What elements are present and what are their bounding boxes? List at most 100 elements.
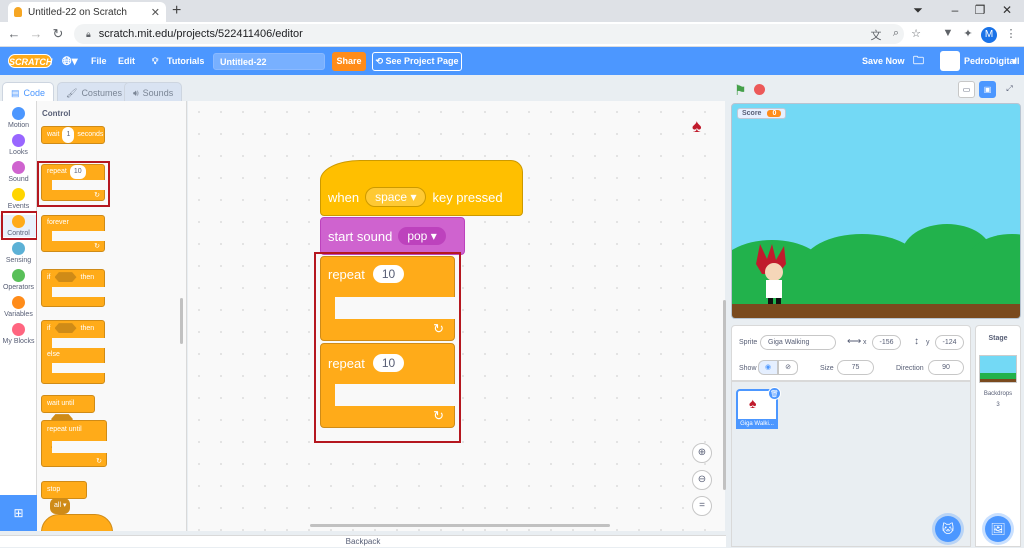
- scratch-favicon-icon: [14, 7, 22, 17]
- my-blocks-dot-icon: [12, 323, 25, 336]
- show-hidden-eye-icon[interactable]: ⊘: [778, 360, 798, 375]
- normal-stage-icon[interactable]: ▣: [979, 81, 996, 98]
- category-motion[interactable]: Motion: [0, 107, 37, 129]
- extension-v-icon[interactable]: ▼: [940, 27, 956, 39]
- small-stage-icon[interactable]: ▭: [958, 81, 975, 98]
- stop-icon[interactable]: [754, 84, 765, 95]
- tab-search-icon[interactable]: ⏷: [908, 3, 928, 18]
- stage-canvas[interactable]: Score 0: [731, 103, 1021, 319]
- add-backdrop-icon[interactable]: 🖼︎: [985, 516, 1011, 542]
- profile-avatar[interactable]: M: [981, 27, 997, 43]
- chrome-menu-icon[interactable]: ⋮: [1003, 27, 1019, 40]
- palette-wait-block[interactable]: wait 1 seconds: [41, 126, 105, 144]
- my-stuff-folder-icon[interactable]: 🗀︎: [913, 53, 924, 69]
- category-sound[interactable]: Sound: [0, 161, 37, 183]
- menu-file[interactable]: File: [91, 53, 107, 69]
- category-my-blocks[interactable]: My Blocks: [0, 323, 37, 345]
- url-bar[interactable]: 🔒︎ scratch.mit.edu/projects/522411406/ed…: [74, 24, 904, 44]
- palette-hat-block[interactable]: [41, 514, 113, 531]
- stop-dropdown[interactable]: all ▾: [50, 498, 71, 514]
- wait-until-label: wait until: [47, 400, 75, 407]
- events-dot-icon: [12, 188, 25, 201]
- category-looks[interactable]: Looks: [0, 134, 37, 156]
- direction-input[interactable]: 90: [928, 360, 964, 375]
- browser-tab[interactable]: Untitled-22 on Scratch ✕: [8, 2, 166, 22]
- size-label: Size: [820, 365, 834, 372]
- show-visible-eye-icon[interactable]: ◉: [758, 360, 778, 375]
- minimize-icon[interactable]: –: [945, 3, 965, 17]
- account-chevron-down-icon[interactable]: ▾: [1012, 53, 1017, 69]
- wait-input[interactable]: 1: [62, 127, 75, 143]
- tab-close-icon[interactable]: ✕: [151, 6, 160, 19]
- sprite-name-input[interactable]: Giga Walking: [760, 335, 836, 350]
- y-arrows-icon: ↕: [914, 336, 919, 347]
- back-icon[interactable]: ←: [6, 26, 22, 41]
- repeat-blocks-highlight: [314, 252, 461, 443]
- user-avatar[interactable]: [940, 51, 960, 71]
- green-flag-icon[interactable]: ⚑: [734, 82, 747, 99]
- palette-wait-until-block[interactable]: wait until: [41, 395, 95, 425]
- new-tab-icon[interactable]: +: [172, 2, 181, 20]
- seconds-label: seconds: [77, 131, 104, 138]
- extensions-puzzle-icon[interactable]: ✦: [960, 27, 976, 40]
- condition-slot[interactable]: [54, 272, 77, 283]
- category-label: Looks: [9, 149, 28, 156]
- category-sensing[interactable]: Sensing: [0, 242, 37, 264]
- key-dropdown[interactable]: space ▾: [365, 187, 427, 207]
- when-key-pressed-block[interactable]: when space ▾ key pressed: [320, 160, 523, 216]
- category-events[interactable]: Events: [0, 188, 37, 210]
- c-mouth: [52, 287, 105, 297]
- tutorials-lightbulb-icon[interactable]: 💡︎: [152, 53, 158, 69]
- wait-label: wait: [47, 131, 60, 138]
- workspace-horizontal-scrollbar[interactable]: [310, 524, 610, 527]
- palette-stop-block[interactable]: stop all ▾: [41, 481, 87, 514]
- fullscreen-icon[interactable]: ⤢: [1001, 81, 1018, 98]
- scratch-logo[interactable]: SCRATCH: [8, 54, 52, 68]
- zoom-reset-icon[interactable]: =: [692, 496, 712, 516]
- palette-if-else-block[interactable]: if then else: [41, 320, 105, 384]
- backpack-bar[interactable]: Backpack: [0, 535, 726, 547]
- zoom-in-icon[interactable]: ⊕: [692, 443, 712, 463]
- workspace-vertical-scrollbar[interactable]: [723, 300, 726, 490]
- c-mouth: [52, 441, 107, 453]
- sprite-watermark-icon: ♠: [692, 116, 702, 136]
- category-label: Sensing: [5, 257, 32, 264]
- close-window-icon[interactable]: ✕: [997, 3, 1017, 17]
- add-sprite-cat-icon[interactable]: 🐱︎: [935, 516, 961, 542]
- maximize-icon[interactable]: ❐: [970, 3, 990, 17]
- add-extension-button[interactable]: ⊞: [0, 495, 37, 531]
- category-variables[interactable]: Variables: [0, 296, 37, 318]
- sprite-thumb-image: ♠: [749, 395, 757, 411]
- sound-dropdown[interactable]: pop ▾: [398, 227, 446, 245]
- see-project-page-button[interactable]: ⟲ See Project Page: [372, 52, 462, 71]
- share-button[interactable]: Share: [332, 52, 366, 71]
- delete-sprite-trash-icon[interactable]: 🗑︎: [768, 387, 781, 400]
- translate-icon[interactable]: 文: [868, 27, 884, 43]
- palette-forever-block[interactable]: forever ↻: [41, 215, 105, 252]
- x-input[interactable]: -156: [872, 335, 901, 350]
- project-title-input[interactable]: Untitled-22: [213, 53, 325, 70]
- forward-icon[interactable]: →: [28, 26, 44, 41]
- backdrops-label: Backdrops: [983, 391, 1013, 397]
- menu-edit[interactable]: Edit: [118, 53, 135, 69]
- zoom-out-icon[interactable]: ⊖: [692, 470, 712, 490]
- category-operators[interactable]: Operators: [0, 269, 37, 291]
- y-input[interactable]: -124: [935, 335, 964, 350]
- menu-tutorials[interactable]: Tutorials: [167, 53, 204, 69]
- stage-panel-title: Stage: [988, 335, 1008, 342]
- size-input[interactable]: 75: [837, 360, 874, 375]
- score-monitor[interactable]: Score 0: [737, 108, 787, 119]
- save-now-button[interactable]: Save Now: [862, 53, 905, 69]
- palette-if-then-block[interactable]: if then: [41, 269, 105, 307]
- condition-slot[interactable]: [54, 323, 77, 334]
- palette-scrollbar[interactable]: [180, 298, 183, 344]
- start-sound-block[interactable]: start sound pop ▾: [320, 217, 465, 255]
- stage-selector-panel[interactable]: Stage Backdrops 3: [975, 325, 1021, 547]
- sound-value: pop: [407, 229, 428, 243]
- palette-repeat-until-block[interactable]: repeat until ↻: [41, 420, 107, 467]
- bookmark-star-icon[interactable]: ☆: [908, 27, 924, 40]
- sound-dot-icon: [12, 161, 25, 174]
- language-globe-icon[interactable]: 🌐︎▾: [62, 53, 78, 69]
- reload-icon[interactable]: ↻: [50, 26, 66, 42]
- zoom-icon[interactable]: ⌕: [888, 27, 904, 40]
